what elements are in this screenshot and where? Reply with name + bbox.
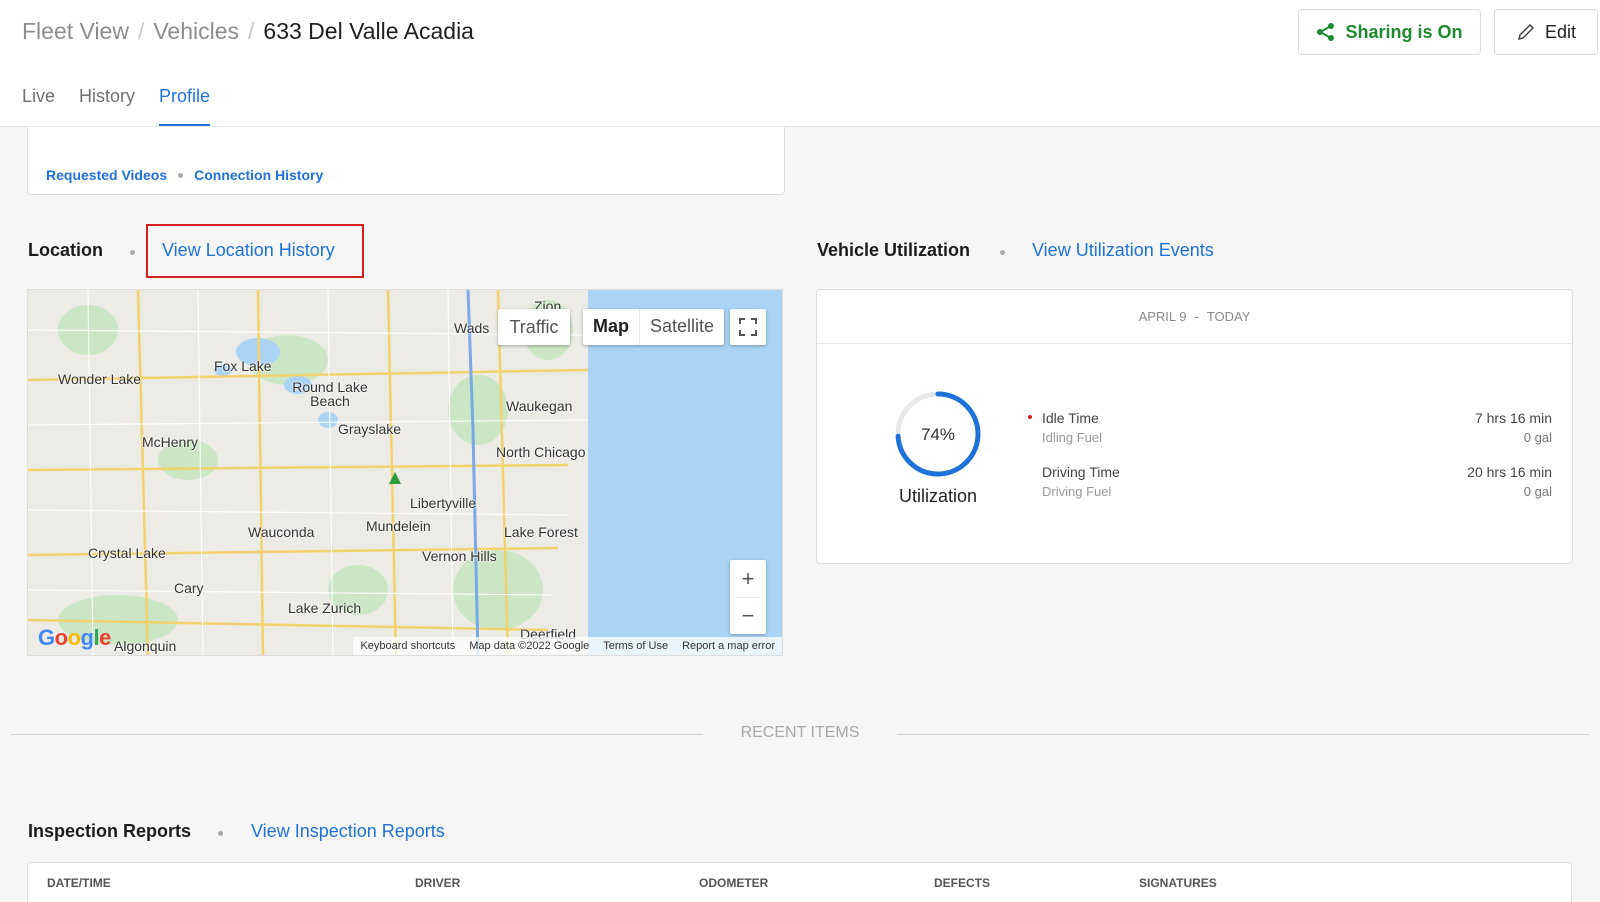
section-dot xyxy=(1000,250,1005,255)
fullscreen-button[interactable] xyxy=(730,309,766,345)
page-title: 633 Del Valle Acadia xyxy=(263,18,474,44)
map-place-label: Waukegan xyxy=(506,398,573,414)
link-separator-dot xyxy=(178,172,184,178)
date-range: APRIL 9 - TODAY xyxy=(817,290,1572,344)
map-place-label: Libertyville xyxy=(410,495,477,511)
map-place-label: Cary xyxy=(174,580,204,596)
view-inspection-reports-link[interactable]: View Inspection Reports xyxy=(251,821,445,842)
utilization-label: Utilization xyxy=(898,486,978,506)
divider-right xyxy=(897,734,1589,735)
tab-profile[interactable]: Profile xyxy=(159,86,211,126)
map-place-label: Wads xyxy=(454,320,490,336)
requested-videos-link[interactable]: Requested Videos xyxy=(46,167,167,183)
view-utilization-events-link[interactable]: View Utilization Events xyxy=(1032,240,1214,261)
status-dot xyxy=(1028,415,1032,419)
map-place-label: Mundelein xyxy=(366,518,431,534)
map-place-label: Lake Zurich xyxy=(288,600,362,616)
range-start: APRIL 9 xyxy=(1138,309,1187,324)
report-map-error-link[interactable]: Report a map error xyxy=(675,640,782,652)
breadcrumb: Fleet View / Vehicles / 633 Del Valle Ac… xyxy=(22,18,474,45)
sharing-button[interactable]: Sharing is On xyxy=(1298,9,1481,55)
edit-button-label: Edit xyxy=(1544,21,1577,42)
driving-fuel-label: Driving Fuel xyxy=(1042,484,1112,499)
driving-fuel-value: 0 gal xyxy=(1523,484,1552,499)
tab-live[interactable]: Live xyxy=(22,86,55,126)
range-end: TODAY xyxy=(1206,309,1251,324)
map-view-button[interactable]: Map xyxy=(583,309,640,345)
edit-button[interactable]: Edit xyxy=(1494,9,1598,55)
map-place-label: Vernon Hills xyxy=(422,548,497,564)
tab-bar: Live History Profile xyxy=(22,86,234,126)
map-place-label: Wonder Lake xyxy=(58,371,142,387)
traffic-button[interactable]: Traffic xyxy=(498,309,570,345)
tab-history[interactable]: History xyxy=(79,86,135,126)
map-place-label: Grayslake xyxy=(338,421,402,437)
column-header-signatures[interactable]: SIGNATURES xyxy=(1139,876,1217,890)
utilization-card: APRIL 9 - TODAY 74% Utilization Idle Tim… xyxy=(816,289,1573,564)
keyboard-shortcuts-link[interactable]: Keyboard shortcuts xyxy=(353,640,462,652)
section-dot xyxy=(130,250,135,255)
inspection-reports-title: Inspection Reports xyxy=(28,821,192,841)
map-place-label: Fox Lake xyxy=(214,358,272,374)
map-place-label: Lake Forest xyxy=(504,524,578,540)
vehicle-details-card: Requested Videos Connection History xyxy=(27,127,785,195)
idle-time-value: 7 hrs 16 min xyxy=(1474,410,1552,426)
sharing-button-label: Sharing is On xyxy=(1345,21,1463,42)
breadcrumb-fleet-view[interactable]: Fleet View xyxy=(22,18,129,45)
connection-history-link[interactable]: Connection History xyxy=(194,167,323,183)
map-place-label: Algonquin xyxy=(114,638,177,654)
map-footer: Keyboard shortcuts Map data ©2022 Google… xyxy=(353,637,782,655)
map-data-text: Map data ©2022 Google xyxy=(469,640,590,652)
idle-time-row: Idle Time Idling Fuel 7 hrs 16 min 0 gal xyxy=(1028,410,1552,445)
column-header-defects[interactable]: DEFECTS xyxy=(934,876,990,890)
fullscreen-icon xyxy=(739,318,757,336)
page-header: Fleet View / Vehicles / 633 Del Valle Ac… xyxy=(0,0,1600,127)
breadcrumb-vehicles[interactable]: Vehicles xyxy=(153,18,239,45)
driving-time-value: 20 hrs 16 min xyxy=(1467,464,1552,480)
map-place-label: Round Lake Beach xyxy=(292,379,368,409)
share-icon xyxy=(1317,23,1335,41)
utilization-percent: 74% xyxy=(920,425,956,444)
driving-time-row: Driving Time Driving Fuel 20 hrs 16 min … xyxy=(1042,464,1552,499)
map-type-toggle: Map Satellite xyxy=(583,309,725,345)
range-separator: - xyxy=(1194,309,1199,324)
zoom-in-button[interactable]: + xyxy=(742,561,755,597)
map-place-label: McHenry xyxy=(142,434,199,450)
terms-of-use-link[interactable]: Terms of Use xyxy=(596,640,675,652)
idling-fuel-value: 0 gal xyxy=(1523,430,1552,445)
zoom-controls: + − xyxy=(730,560,766,634)
idling-fuel-label: Idling Fuel xyxy=(1042,430,1102,445)
column-header-odometer[interactable]: ODOMETER xyxy=(699,876,768,890)
inspection-table-header: DATE/TIME DRIVER ODOMETER DEFECTS SIGNAT… xyxy=(27,862,1572,902)
section-dot xyxy=(218,831,223,836)
location-map[interactable]: Zion Wads Fox Lake Wonder Lake Round Lak… xyxy=(27,289,783,656)
card-links: Requested Videos Connection History xyxy=(46,167,323,183)
map-place-label: Wauconda xyxy=(248,524,315,540)
column-header-driver[interactable]: DRIVER xyxy=(415,876,460,890)
divider-left xyxy=(11,734,703,735)
highlight-box xyxy=(146,224,364,278)
utilization-title: Vehicle Utilization xyxy=(817,240,971,260)
zoom-out-button[interactable]: − xyxy=(742,598,755,634)
location-title: Location xyxy=(28,240,103,260)
map-place-label: Crystal Lake xyxy=(88,545,166,561)
breadcrumb-separator: / xyxy=(248,18,255,44)
google-logo: Google xyxy=(38,625,111,650)
column-header-datetime[interactable]: DATE/TIME xyxy=(47,876,111,890)
map-place-label: North Chicago xyxy=(496,444,586,460)
recent-items-label: RECENT ITEMS xyxy=(740,724,860,741)
breadcrumb-separator: / xyxy=(137,18,145,44)
pencil-icon xyxy=(1517,23,1535,41)
satellite-view-button[interactable]: Satellite xyxy=(640,309,724,345)
